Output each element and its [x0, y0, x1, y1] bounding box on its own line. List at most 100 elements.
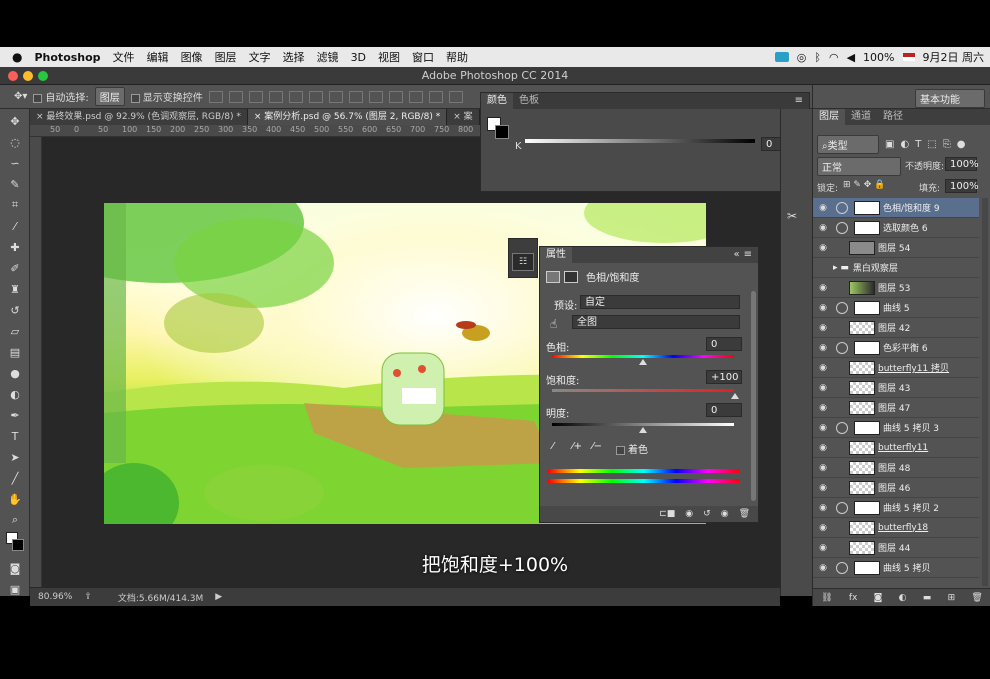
layer-name[interactable]: 曲线 5 [883, 301, 910, 314]
layer-row[interactable]: ◉ 选取颜色 6 [813, 218, 979, 238]
align-top-icon[interactable] [208, 90, 223, 103]
layer-thumbnail[interactable] [849, 480, 875, 495]
layer-mask-thumbnail[interactable] [854, 300, 880, 315]
layer-name[interactable]: butterfly18 [878, 523, 928, 533]
lightness-slider-thumb[interactable] [639, 427, 647, 433]
layer-name[interactable]: butterfly11 拷贝 [878, 361, 949, 374]
workspace-dropdown[interactable]: 基本功能 [915, 89, 985, 108]
filter-shape-icon[interactable]: ⬚ [927, 139, 936, 150]
tab-channels[interactable]: 通道 [845, 109, 877, 125]
type-tool-icon[interactable]: T [4, 427, 26, 445]
layer-row[interactable]: ◉ butterfly18 [813, 518, 979, 538]
wifi-icon[interactable]: ◠ [829, 51, 839, 64]
status-menu-arrow-icon[interactable]: ▶ [215, 592, 222, 602]
visibility-eye-icon[interactable]: ◉ [813, 323, 833, 333]
layer-name[interactable]: 曲线 5 拷贝 2 [883, 501, 939, 514]
visibility-eye-icon[interactable]: ◉ [813, 403, 833, 413]
lasso-tool-icon[interactable]: ∽ [4, 154, 26, 172]
layer-thumbnail[interactable] [849, 380, 875, 395]
eyedropper-icon[interactable]: ⁄ [552, 441, 554, 452]
menu-3d[interactable]: 3D [351, 51, 366, 64]
visibility-eye-icon[interactable]: ◉ [813, 483, 833, 493]
tab-case-analysis[interactable]: × 案例分析.psd @ 56.7% (图层 2, RGB/8) * [247, 109, 448, 125]
fx-icon[interactable]: fx [849, 593, 858, 603]
layer-name[interactable]: 图层 42 [878, 321, 910, 334]
path-select-tool-icon[interactable]: ➤ [4, 448, 26, 466]
trash-icon[interactable]: 🗑 [971, 593, 982, 603]
layer-thumbnail[interactable] [849, 440, 875, 455]
layer-thumbnail[interactable] [849, 520, 875, 535]
menu-type[interactable]: 文字 [249, 49, 271, 65]
align-hcenter-icon[interactable] [288, 90, 303, 103]
visibility-eye-icon[interactable]: ◉ [813, 543, 833, 553]
filter-type-icon[interactable]: T [915, 139, 921, 150]
auto-align-icon[interactable] [448, 90, 463, 103]
properties-scrollbar[interactable] [751, 291, 756, 501]
adjustment-icon[interactable]: ◐ [899, 593, 907, 603]
layer-name[interactable]: 色彩平衡 6 [883, 341, 928, 354]
group-icon[interactable]: ▬ [923, 593, 932, 603]
visibility-eye-icon[interactable]: ◉ [813, 363, 833, 373]
zoom-tool-icon[interactable]: ⌕ [4, 511, 26, 529]
lightness-value-input[interactable]: 0 [706, 403, 742, 417]
marquee-tool-icon[interactable]: ◌ [4, 133, 26, 151]
layer-row[interactable]: ◉ butterfly11 [813, 438, 979, 458]
layer-row[interactable]: ◉ 曲线 5 拷贝 [813, 558, 979, 578]
panel-menu-icon[interactable]: ≡ [744, 247, 758, 263]
targeted-adjust-icon[interactable]: ☝ [550, 317, 557, 331]
align-bottom-icon[interactable] [248, 90, 263, 103]
distribute-hcenter-icon[interactable] [408, 90, 423, 103]
layer-name[interactable]: 图层 44 [878, 541, 910, 554]
link-icon[interactable]: ⛓ [821, 593, 832, 603]
tab-close-icon[interactable]: × [254, 112, 264, 122]
hue-value-input[interactable]: 0 [706, 337, 742, 351]
menu-help[interactable]: 帮助 [446, 49, 468, 65]
layer-row[interactable]: ◉ butterfly11 拷贝 [813, 358, 979, 378]
layer-name[interactable]: 图层 53 [878, 281, 910, 294]
hue-slider-thumb[interactable] [639, 359, 647, 365]
layer-row[interactable]: ◉ 图层 44 [813, 538, 979, 558]
menu-file[interactable]: 文件 [113, 49, 135, 65]
clone-stamp-tool-icon[interactable]: ♜ [4, 280, 26, 298]
layer-row[interactable]: ◉ 图层 46 [813, 478, 979, 498]
range-dropdown[interactable]: 全图 [572, 315, 740, 329]
layer-mask-thumbnail[interactable] [854, 500, 880, 515]
eraser-tool-icon[interactable]: ▱ [4, 322, 26, 340]
layer-name[interactable]: 图层 48 [878, 461, 910, 474]
menu-image[interactable]: 图像 [181, 49, 203, 65]
visibility-eye-icon[interactable]: ◉ [813, 223, 833, 233]
distribute-vcenter-icon[interactable] [348, 90, 363, 103]
layer-thumbnail[interactable] [849, 280, 875, 295]
tab-final-effect[interactable]: × 最终效果.psd @ 92.9% (色调观察层, RGB/8) * [30, 109, 248, 125]
filter-smart-icon[interactable]: ⎘ [943, 139, 951, 150]
layer-row[interactable]: ◉ 色相/饱和度 9 [813, 198, 979, 218]
export-icon[interactable]: ⇪ [84, 592, 92, 602]
volume-icon[interactable]: ◀ [847, 51, 855, 64]
blend-mode-dropdown[interactable]: 正常 [817, 157, 901, 176]
tab-layers[interactable]: 图层 [813, 109, 845, 125]
align-right-icon[interactable] [308, 90, 323, 103]
saturation-value-input[interactable]: +100 [706, 370, 742, 384]
lock-icons[interactable]: ⊞ ✎ ✥ 🔒 [843, 180, 885, 190]
layer-thumbnail[interactable] [849, 240, 875, 255]
quick-select-tool-icon[interactable]: ✎ [4, 175, 26, 193]
layer-mask-thumbnail[interactable] [854, 200, 880, 215]
tab-close-icon[interactable]: × [36, 112, 46, 122]
layer-row[interactable]: ◉ 图层 43 [813, 378, 979, 398]
layer-row[interactable]: ◉ 色彩平衡 6 [813, 338, 979, 358]
layer-mask-thumbnail[interactable] [854, 560, 880, 575]
gradient-tool-icon[interactable]: ▤ [4, 343, 26, 361]
menu-select[interactable]: 选择 [283, 49, 305, 65]
layer-row[interactable]: ▸ ▬ 黑白观察层 [813, 258, 979, 278]
eyedropper-plus-icon[interactable]: ⁄+ [572, 441, 582, 452]
dodge-tool-icon[interactable]: ◐ [4, 385, 26, 403]
layer-mask-thumbnail[interactable] [854, 340, 880, 355]
layer-row[interactable]: ◉ 图层 48 [813, 458, 979, 478]
preset-dropdown[interactable]: 自定 [580, 295, 740, 309]
panel-menu-icon[interactable]: ≡ [795, 93, 809, 109]
clip-to-layer-icon[interactable]: ⊏■ [659, 509, 675, 519]
fill-input[interactable]: 100% [945, 179, 979, 193]
lightness-slider[interactable] [552, 423, 734, 426]
delete-icon[interactable]: 🗑 [739, 509, 750, 519]
move-tool-icon[interactable]: ✥ [4, 112, 26, 130]
